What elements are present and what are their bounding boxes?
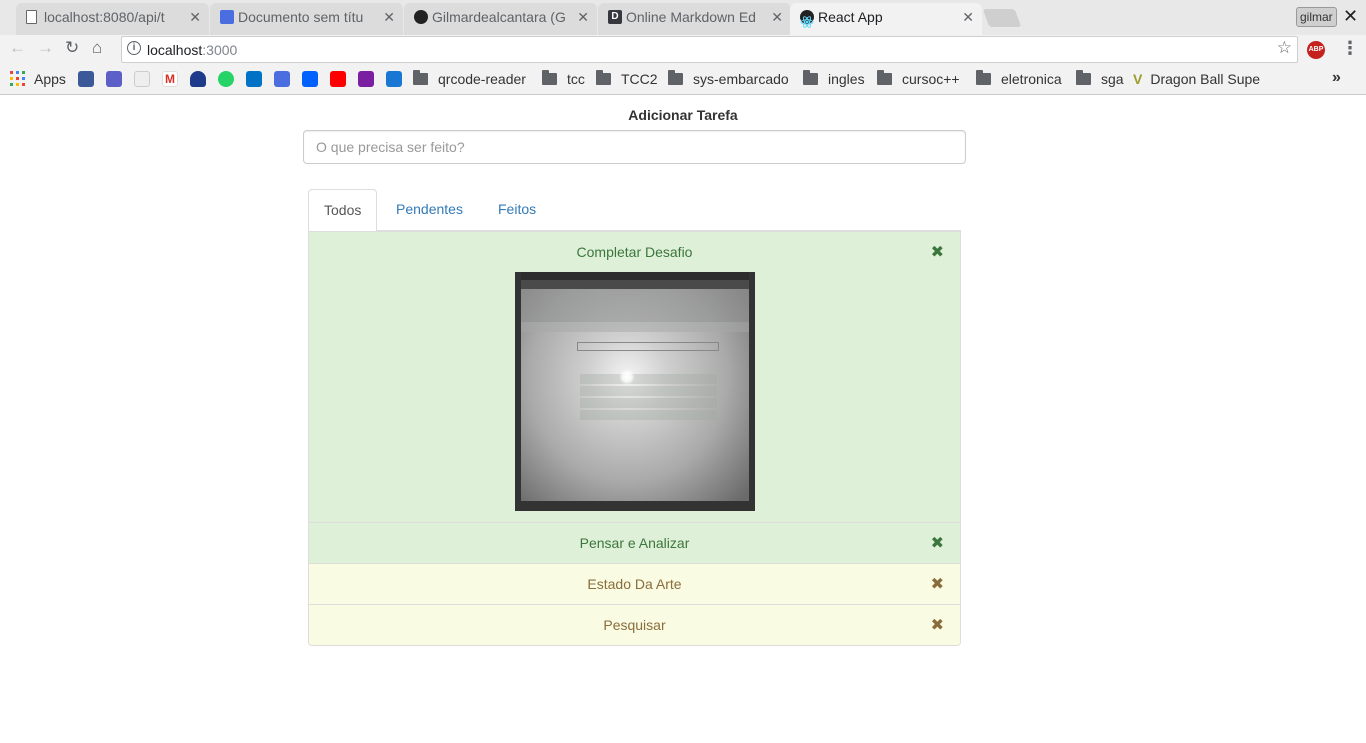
close-tab-icon[interactable]: ✕ bbox=[577, 3, 589, 32]
onenote-icon[interactable] bbox=[358, 71, 374, 87]
youtube-icon[interactable] bbox=[330, 71, 346, 87]
bookmark-folder-tcc[interactable]: tcc bbox=[542, 70, 585, 88]
delete-icon[interactable]: ✖ bbox=[931, 615, 944, 635]
list-item: Estado Da Arte ✖ bbox=[309, 564, 960, 605]
docs-icon bbox=[220, 10, 234, 24]
browser-tab-markdown[interactable]: D Online Markdown Ed ✕ bbox=[598, 3, 791, 35]
bookmark-folder-cursocpp[interactable]: cursoc++ bbox=[877, 70, 960, 88]
claro-icon[interactable] bbox=[134, 71, 150, 87]
tab-title: Online Markdown Ed bbox=[626, 9, 756, 25]
profile-button[interactable]: gilmar bbox=[1296, 7, 1337, 27]
bookmark-folder-sga[interactable]: sga bbox=[1076, 70, 1124, 88]
url-text: localhost:3000 bbox=[147, 42, 238, 58]
close-tab-icon[interactable]: ✕ bbox=[383, 3, 395, 32]
todo-app: Adicionar Tarefa Todos Pendentes Feitos … bbox=[0, 96, 1366, 743]
dillinger-icon: D bbox=[608, 10, 622, 24]
dragon-ball-icon: V bbox=[1133, 71, 1143, 87]
react-icon bbox=[800, 10, 814, 28]
gmail-icon[interactable]: M bbox=[162, 71, 178, 87]
browser-tab-docs[interactable]: Documento sem títu ✕ bbox=[210, 3, 403, 35]
bookmark-star-icon[interactable]: ☆ bbox=[1277, 38, 1292, 58]
bookmark-folder-sys-embarcado[interactable]: sys-embarcado bbox=[668, 70, 789, 88]
new-tab-button[interactable] bbox=[982, 9, 1022, 27]
filter-tabs: Todos Pendentes Feitos bbox=[308, 189, 961, 232]
task-photo bbox=[514, 272, 755, 511]
more-bookmarks-icon[interactable]: » bbox=[1332, 69, 1341, 87]
task-list: Completar Desafio ✖ Pensar e Analizar ✖ … bbox=[308, 231, 961, 646]
adblock-extension-icon[interactable]: ABP bbox=[1307, 41, 1325, 59]
browser-menu-icon[interactable]: ⋮ bbox=[1341, 38, 1359, 59]
reload-icon[interactable]: ↻ bbox=[65, 38, 79, 58]
onedrive-icon[interactable] bbox=[190, 71, 206, 87]
close-tab-icon[interactable]: ✕ bbox=[771, 3, 783, 32]
address-bar[interactable]: i localhost:3000 ☆ bbox=[121, 36, 1298, 63]
browser-tab-api[interactable]: localhost:8080/api/t ✕ bbox=[16, 3, 209, 35]
tab-feitos[interactable]: Feitos bbox=[483, 189, 551, 231]
new-task-input[interactable] bbox=[303, 130, 966, 164]
page-icon bbox=[26, 10, 37, 24]
browser-tab-strip: localhost:8080/api/t ✕ Documento sem tít… bbox=[0, 0, 1366, 35]
task-label[interactable]: Estado Da Arte bbox=[309, 564, 960, 604]
folder-icon bbox=[668, 70, 683, 85]
browser-tab-react-app[interactable]: React App ✕ bbox=[790, 3, 982, 35]
window-close-icon[interactable]: ✕ bbox=[1343, 6, 1358, 27]
tab-title: React App bbox=[818, 9, 883, 25]
tab-title: Gilmardealcantara (G bbox=[432, 9, 566, 25]
bookmark-folder-qrcode-reader[interactable]: qrcode-reader bbox=[413, 70, 526, 88]
folder-icon bbox=[803, 70, 818, 85]
back-arrow-icon[interactable]: ← bbox=[9, 38, 26, 58]
task-label[interactable]: Pensar e Analizar bbox=[309, 523, 960, 563]
tab-title: Documento sem títu bbox=[238, 9, 364, 25]
folder-icon bbox=[596, 70, 611, 85]
outlook-icon[interactable] bbox=[246, 71, 262, 87]
delete-icon[interactable]: ✖ bbox=[931, 574, 944, 594]
github-icon bbox=[414, 10, 428, 24]
app-icon[interactable] bbox=[386, 71, 402, 87]
apps-grid-icon[interactable] bbox=[10, 71, 25, 86]
delete-icon[interactable]: ✖ bbox=[931, 242, 944, 262]
add-task-title: Adicionar Tarefa bbox=[628, 107, 738, 123]
docs-icon[interactable] bbox=[274, 71, 290, 87]
bookmark-folder-tcc2[interactable]: TCC2 bbox=[596, 70, 658, 88]
list-item: Completar Desafio ✖ bbox=[309, 232, 960, 523]
task-label[interactable]: Completar Desafio bbox=[309, 232, 960, 272]
tab-pendentes[interactable]: Pendentes bbox=[381, 189, 478, 231]
folder-icon bbox=[877, 70, 892, 85]
home-icon[interactable]: ⌂ bbox=[92, 38, 102, 58]
bookmark-folder-eletronica[interactable]: eletronica bbox=[976, 70, 1062, 88]
list-item: Pesquisar ✖ bbox=[309, 605, 960, 645]
task-label[interactable]: Pesquisar bbox=[309, 605, 960, 645]
browser-toolbar: ← → ↻ ⌂ i localhost:3000 ☆ ABP ⋮ bbox=[0, 35, 1366, 64]
dropbox-icon[interactable] bbox=[302, 71, 318, 87]
bookmark-folder-ingles[interactable]: ingles bbox=[803, 70, 865, 88]
folder-icon bbox=[1076, 70, 1091, 85]
facebook-icon[interactable] bbox=[78, 71, 94, 87]
bookmark-dragon-ball[interactable]: V Dragon Ball Supe bbox=[1133, 70, 1273, 88]
folder-icon bbox=[976, 70, 991, 85]
forward-arrow-icon[interactable]: → bbox=[37, 38, 54, 58]
delete-icon[interactable]: ✖ bbox=[931, 533, 944, 553]
whatsapp-icon[interactable] bbox=[218, 71, 234, 87]
folder-icon bbox=[542, 70, 557, 85]
tab-title: localhost:8080/api/t bbox=[44, 9, 165, 25]
app-icon[interactable] bbox=[106, 71, 122, 87]
tab-todos[interactable]: Todos bbox=[308, 189, 378, 232]
close-tab-icon[interactable]: ✕ bbox=[962, 3, 974, 32]
bookmark-apps[interactable]: Apps bbox=[34, 70, 66, 88]
browser-tab-github[interactable]: Gilmardealcantara (G ✕ bbox=[404, 3, 597, 35]
close-tab-icon[interactable]: ✕ bbox=[189, 3, 201, 32]
bookmarks-bar: Apps M qrcode-reader tcc TCC2 sys-embarc… bbox=[0, 64, 1366, 95]
folder-icon bbox=[413, 70, 428, 85]
list-item: Pensar e Analizar ✖ bbox=[309, 523, 960, 564]
info-icon[interactable]: i bbox=[127, 41, 141, 55]
